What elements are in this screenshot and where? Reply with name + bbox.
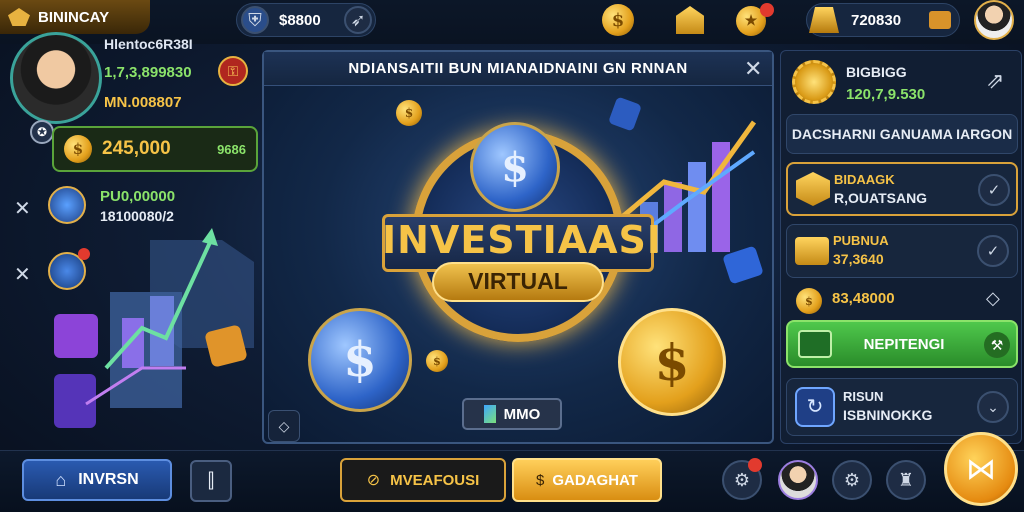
- house-icon: ⌂: [55, 469, 67, 490]
- home-button[interactable]: ⌂ INVRSN: [22, 459, 172, 501]
- share-icon[interactable]: ⇗: [986, 68, 1004, 94]
- crate-icon: [796, 172, 830, 206]
- profile-lock-icon[interactable]: ⚿: [218, 56, 248, 86]
- notification-badge: [760, 3, 774, 17]
- close-icon-2[interactable]: ✕: [14, 262, 31, 287]
- settings-notification-dot: [748, 458, 762, 472]
- currency-pill[interactable]: ⛨ $8800 ➶: [236, 3, 376, 37]
- profile-level-badge: ✪: [30, 120, 54, 144]
- wallet-value: 720830: [851, 11, 902, 29]
- chart-shortcut-button[interactable]: ⫿: [190, 460, 232, 502]
- gear-medal-icon: [792, 60, 836, 104]
- hammer-icon: ⚒: [984, 332, 1010, 358]
- play-forward-button[interactable]: ⋈: [944, 432, 1018, 506]
- gear-icon[interactable]: ⚙: [832, 460, 872, 500]
- gold-action-button[interactable]: $ GADAGHAT: [512, 458, 662, 502]
- right-item-bottom[interactable]: ↻ RISUN ISBNINOKKG ⌄: [786, 378, 1018, 436]
- right-item-2-title: PUBNUA: [833, 233, 889, 248]
- balance-value: 245,000: [102, 138, 171, 159]
- gold-coin-icon[interactable]: $: [602, 4, 634, 36]
- gold-button-label: GADAGHAT: [552, 471, 638, 489]
- mmo-button[interactable]: MMO: [462, 398, 562, 430]
- wallet-pill[interactable]: 720830: [806, 3, 960, 37]
- small-coin-1: $: [396, 100, 422, 126]
- blue-dollar-coin: $: [308, 308, 412, 412]
- right-bottom-sub: ISBNINOKKG: [843, 407, 933, 423]
- rocket-icon: ➶: [344, 6, 372, 34]
- right-item-1-title: BIDAAGK: [834, 172, 895, 187]
- profile-line2: MN.008807: [104, 94, 182, 111]
- diamond-icon[interactable]: ◇: [986, 288, 1000, 309]
- profile-line1: 1,7,3,899830: [104, 64, 192, 81]
- left-item-value: PU0,00000: [100, 188, 176, 205]
- dollar-icon: $: [536, 471, 545, 489]
- title-line1: INVESTIAASI: [382, 218, 663, 262]
- treasure-box-icon: [795, 237, 829, 265]
- right-top-card[interactable]: BIGBIGG 120,7,9.530 ⇗: [786, 56, 1018, 118]
- checkmark-icon[interactable]: ✓: [978, 174, 1010, 206]
- balance-badge: 9686: [217, 141, 246, 157]
- refresh-icon: ↻: [795, 387, 835, 427]
- coins-stack-icon: $: [796, 288, 822, 314]
- balance-coin-icon: $: [64, 135, 92, 163]
- right-bottom-title: RISUN: [843, 389, 884, 404]
- profile-name: Hlentoc6R38I: [104, 36, 193, 52]
- right-top-value: 120,7,9.530: [846, 86, 926, 103]
- close-icon-1[interactable]: ✕: [14, 196, 31, 221]
- title-line2: VIRTUAL: [468, 268, 568, 294]
- right-item-2[interactable]: PUBNUA 37,3640 ✓: [786, 224, 1018, 278]
- green-action-button[interactable]: NEPITENGI ⚒: [786, 320, 1018, 368]
- main-panel-header-text: NDIANSAITII BUN MIANAIDNAINI GN RNNAN: [348, 60, 688, 77]
- trophy-icon[interactable]: ♜: [886, 460, 926, 500]
- main-panel: NDIANSAITII BUN MIANAIDNAINI GN RNNAN ✕ …: [262, 50, 774, 444]
- mmo-button-label: MMO: [503, 405, 541, 423]
- gold-bars-icon: [809, 7, 839, 33]
- right-top-label: BIGBIGG: [846, 64, 907, 80]
- flag-icon: [483, 405, 496, 423]
- corner-diamond-icon[interactable]: ◇: [268, 410, 300, 442]
- player-avatar-top[interactable]: [974, 0, 1014, 40]
- gold-dollar-coin: $: [618, 308, 726, 416]
- treasure-chest-icon: [929, 11, 951, 29]
- home-gem-icon: [8, 8, 30, 26]
- emblem-dollar-coin: $: [470, 122, 560, 212]
- right-item-1-sub: R,OUATSANG: [834, 190, 928, 206]
- close-icon[interactable]: ✕: [744, 56, 762, 82]
- home-button-label: INVRSN: [78, 471, 139, 488]
- right-banner: DACSHARNI GANUAMA IARGON: [786, 114, 1018, 154]
- right-item-2-sub: 37,3640: [833, 251, 884, 267]
- currency-value: $8800: [279, 11, 321, 29]
- no-entry-icon: ⊘: [366, 472, 381, 489]
- right-banner-text: DACSHARNI GANUAMA IARGON: [791, 126, 1013, 142]
- small-coin-2: $: [426, 350, 448, 372]
- right-item-1[interactable]: BIDAAGK R,OUATSANG ✓: [786, 162, 1018, 216]
- balance-card[interactable]: $ 245,000 9686: [52, 126, 258, 172]
- chevron-down-icon[interactable]: ⌄: [977, 391, 1009, 423]
- right-item-3-sub: 83,48000: [832, 290, 895, 307]
- dark-action-button[interactable]: ⊘ MVEAFOUSI: [340, 458, 506, 502]
- right-item-3[interactable]: $ 83,48000 ◇: [786, 284, 1018, 316]
- dark-button-label: MVEAFOUSI: [390, 471, 480, 489]
- game-title: BININCAY: [38, 8, 110, 26]
- check-circle-icon[interactable]: ✓: [977, 235, 1009, 267]
- profile-avatar[interactable]: [10, 32, 102, 124]
- profile-avatar-bottom[interactable]: [778, 460, 818, 500]
- game-screen: { "top_bar": { "title": "BININCAY", "cur…: [0, 0, 1024, 512]
- growth-chart-illustration: [54, 228, 254, 428]
